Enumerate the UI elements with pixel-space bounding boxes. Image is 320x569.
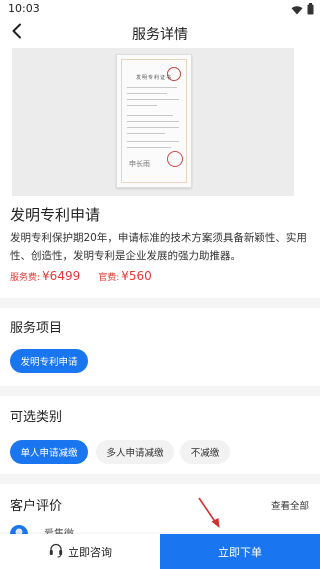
certificate-signature: 申长雨	[129, 160, 150, 168]
service-fee-value: ¥6499	[42, 269, 81, 283]
section-divider	[0, 386, 320, 396]
official-fee-value: ¥560	[121, 269, 152, 283]
order-now-button[interactable]: 立即下单	[160, 534, 320, 569]
bottom-action-bar: 立即咨询 立即下单	[0, 534, 320, 569]
status-icons	[291, 2, 314, 15]
price-row: 服务费: ¥6499 官费: ¥560	[10, 269, 152, 287]
annotation-arrow-icon	[198, 497, 220, 528]
headset-icon	[48, 542, 64, 561]
page-title: 服务详情	[132, 27, 188, 43]
service-fee-label: 服务费:	[10, 273, 41, 283]
battery-icon	[307, 0, 314, 19]
service-description: 发明专利保护期20年，申请标准的技术方案须具备新颖性、实用性、创造性，发明专利是…	[10, 232, 307, 262]
status-bar: 10:03	[0, 0, 320, 18]
section-divider	[0, 298, 320, 308]
category-option-multiple[interactable]: 多人申请减缴	[96, 440, 174, 464]
service-items-title: 服务项目	[10, 321, 63, 336]
service-item-chip[interactable]: 发明专利申请	[10, 349, 88, 373]
official-fee-label: 官费:	[98, 273, 120, 283]
service-name: 发明专利申请	[10, 206, 101, 224]
nav-bar: 服务详情	[0, 18, 320, 48]
hero-image: 发明专利证书 申长雨	[12, 48, 294, 196]
wifi-icon	[291, 0, 303, 19]
official-seal-icon	[167, 151, 183, 167]
section-divider	[0, 474, 320, 484]
consult-button[interactable]: 立即咨询	[0, 534, 160, 569]
view-all-link[interactable]: 查看全部	[271, 498, 309, 512]
certificate-title: 发明专利证书	[135, 75, 172, 81]
category-option-single[interactable]: 单人申请减缴	[10, 440, 88, 464]
category-option-none[interactable]: 不减缴	[180, 440, 230, 464]
categories-title: 可选类别	[10, 410, 63, 425]
status-time: 10:03	[8, 2, 40, 15]
reviews-title: 客户评价	[10, 499, 63, 514]
consult-label: 立即咨询	[68, 545, 112, 559]
patent-certificate-image: 发明专利证书 申长雨	[116, 54, 192, 188]
